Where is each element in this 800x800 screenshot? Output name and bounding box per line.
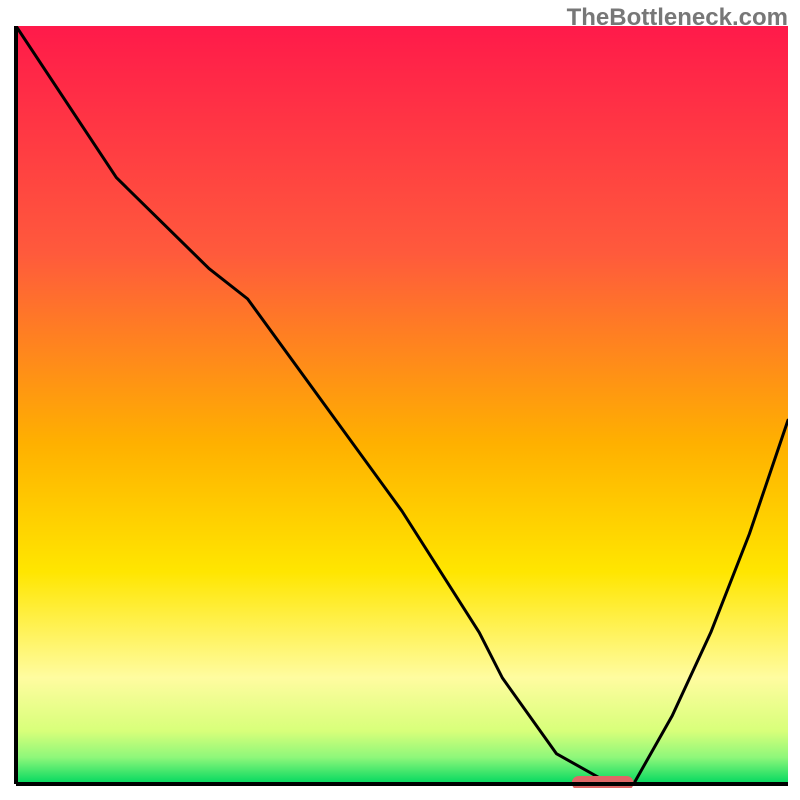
chart-container (12, 26, 788, 788)
watermark-text: TheBottleneck.com (567, 4, 788, 32)
bottleneck-chart (12, 26, 788, 788)
